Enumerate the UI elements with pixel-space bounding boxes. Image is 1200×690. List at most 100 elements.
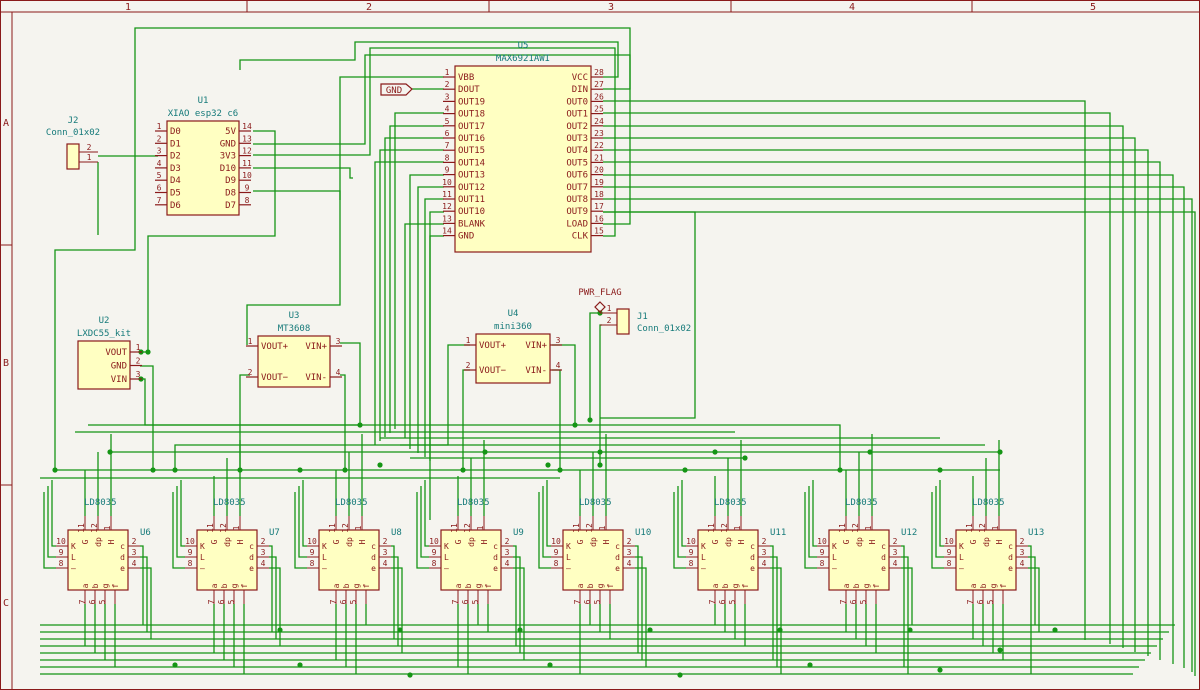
display-pin-right-name: d [249, 553, 254, 562]
display-pin-bottom-name: g [596, 583, 605, 588]
junction-dot [377, 462, 383, 468]
display-pin-bottom-name: a [576, 583, 585, 588]
display-pin-right-name: e [881, 564, 886, 573]
u5-pin-right-name: OUT1 [566, 110, 588, 120]
u5-pin-left-num: 11 [442, 190, 452, 199]
display-pin-bottom-name: f [872, 583, 881, 588]
u5-pin-right-num: 17 [594, 202, 604, 211]
display-pin-left-num: 9 [188, 548, 193, 557]
display-pin-bottom-num: 7 [966, 599, 975, 604]
u5-pin-right-name: OUT5 [566, 158, 588, 168]
display-pin-top-num: 1 [991, 525, 1000, 530]
u5-pin-right-num: 22 [594, 141, 604, 150]
display-ref: U9 [513, 528, 524, 538]
display-pin-bottom-name: g [352, 583, 361, 588]
u3-ref: U3 [289, 311, 300, 321]
display-pin-right-name: e [120, 564, 125, 573]
display-pin-left-num: 10 [944, 537, 954, 546]
j1-pin-num: 1 [607, 304, 612, 313]
u5-pin-left-num: 7 [445, 141, 450, 150]
u5-pin-right-name: VCC [572, 73, 588, 83]
display-pin-right-num: 4 [893, 559, 898, 568]
wire-display-right [770, 545, 774, 660]
display-pin-bottom-name: a [81, 583, 90, 588]
display-pin-right-name: c [1008, 542, 1013, 551]
display-pin-right-num: 2 [762, 537, 767, 546]
junction-dot [777, 627, 783, 633]
display-pin-top-name: dp [724, 537, 733, 547]
display-pin-left-num: 9 [820, 548, 825, 557]
junction-dot [460, 467, 466, 473]
u5-pin-left-name: OUT17 [458, 122, 485, 132]
display-u10: LD8035 U10 11 G 12 dp 1 H 10 K9L8 — 2c3d4e 7 a 6 b 5 g f [551, 498, 651, 604]
u5-pin-right-num: 28 [594, 68, 604, 77]
junction-dot [837, 467, 843, 473]
display-pin-right-num: 3 [132, 548, 137, 557]
u1-pin-left-name: D2 [170, 152, 181, 162]
display-pin-top-num: 1 [598, 525, 607, 530]
display-pin-top-name: G [210, 539, 219, 544]
u5-pin-right-name: CLK [572, 232, 589, 242]
junction-dot [297, 662, 303, 668]
j2-body [66, 143, 80, 170]
display-value: LD8035 [845, 498, 878, 508]
u4-pin-right-name: VIN- [525, 366, 547, 376]
u3-symbol: U3 MT3608 1 VOUT+ 2 VOUT− 3 VIN+ 4 VIN- [246, 311, 342, 388]
u5-value: MAX6921AWI [496, 54, 550, 64]
display-pin-top-num: 11 [965, 523, 974, 533]
display-pin-bottom-num: 6 [976, 599, 985, 604]
u5-pin-right-name: LOAD [566, 219, 588, 229]
u1-pin-right-name: 5V [225, 127, 236, 137]
display-pin-top-num: 1 [476, 525, 485, 530]
display-u6: LD8035 U6 11 G 12 dp 1 H 10 K9L8 — 2c3d4e 7 a 6 b 5 g f [56, 498, 151, 604]
display-pin-right-name: e [493, 564, 498, 573]
display-value: LD8035 [457, 498, 490, 508]
u2-ref: U2 [99, 316, 110, 326]
j1-value: Conn_01x02 [637, 324, 691, 334]
display-pin-bottom-num: 7 [78, 599, 87, 604]
junction-dot [482, 449, 488, 455]
display-pin-top-num: 11 [328, 523, 337, 533]
u5-pin-right-num: 18 [594, 190, 604, 199]
display-pin-top-num: 11 [707, 523, 716, 533]
display-pin-left-num: 10 [429, 537, 439, 546]
display-pin-left-num: 10 [817, 537, 827, 546]
u5-pin-left-num: 9 [445, 166, 450, 175]
u5-pin-left-name: OUT15 [458, 146, 485, 156]
display-pin-bottom-name: b [91, 583, 100, 588]
display-pin-left-num: 9 [554, 548, 559, 557]
wire-u4-vinp [552, 344, 576, 425]
u5-pin-right-name: OUT8 [566, 195, 588, 205]
display-value: LD8035 [714, 498, 747, 508]
display-u7: LD8035 U7 11 G 12 dp 1 H 10 K9L8 — 2c3d4e 7 a 6 b 5 g f [185, 498, 280, 604]
junction-dot [237, 467, 243, 473]
u5-pin-left-num: 10 [442, 178, 452, 187]
display-pin-left-num: 10 [686, 537, 696, 546]
display-pin-bottom-name: g [230, 583, 239, 588]
wire-u4-vinm [552, 369, 561, 470]
u2-pin-name: GND [111, 362, 127, 372]
display-pin-left-num: 8 [59, 559, 64, 568]
display-pin-right-num: 4 [383, 559, 388, 568]
display-pin-right-name: c [750, 542, 755, 551]
junction-dot [52, 467, 58, 473]
display-pin-bottom-name: a [969, 583, 978, 588]
u1-pin-left-name: D6 [170, 201, 181, 211]
display-pin-right-num: 3 [1020, 548, 1025, 557]
display-pin-top-name: dp [855, 537, 864, 547]
wire-u5-output [603, 211, 1196, 676]
wire-u4-voutm [462, 369, 470, 470]
junction-dot [107, 449, 113, 455]
wire-u5-left-output [417, 186, 444, 453]
u5-ref: U5 [518, 41, 529, 51]
u5-pin-left-num: 14 [442, 227, 452, 236]
display-pin-left-name: — [701, 564, 706, 573]
display-pin-left-name: L [832, 553, 837, 562]
display-pin-bottom-num: 7 [207, 599, 216, 604]
display-pin-right-num: 2 [261, 537, 266, 546]
display-pin-bottom-name: g [101, 583, 110, 588]
u5-pin-left-num: 6 [445, 129, 450, 138]
junction-dot [172, 662, 178, 668]
display-pin-top-name: H [236, 539, 245, 544]
display-pin-right-name: e [750, 564, 755, 573]
